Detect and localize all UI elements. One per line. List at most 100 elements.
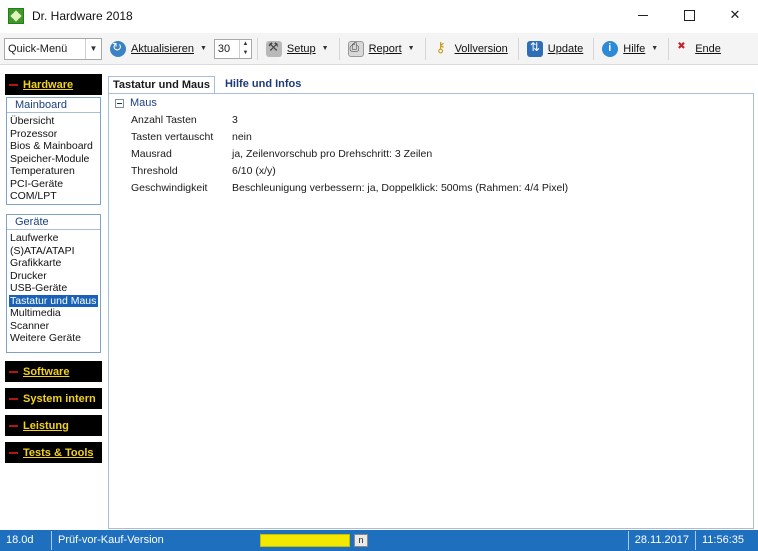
toolbar-separator <box>338 37 340 60</box>
property-value: 6/10 (x/y) <box>232 165 276 177</box>
exit-button[interactable]: Ende <box>672 37 726 61</box>
update-button[interactable]: Update <box>522 37 588 61</box>
toolbar-separator <box>424 37 426 60</box>
info-icon <box>602 40 619 57</box>
minimize-button[interactable] <box>620 0 666 30</box>
list-item[interactable]: COM/LPT <box>9 190 98 203</box>
category-hardware-label: Hardware <box>23 78 74 91</box>
category-tests-button[interactable]: Tests & Tools <box>5 442 102 463</box>
status-progress-bar <box>260 534 350 547</box>
full-version-label: Vollversion <box>454 42 508 55</box>
list-item[interactable]: Temperaturen <box>9 165 98 178</box>
report-button[interactable]: Report ▼ <box>343 37 420 61</box>
dropdown-arrow-icon[interactable]: ▼ <box>408 45 415 52</box>
collapse-icon[interactable] <box>115 98 124 108</box>
update-label: Update <box>547 42 584 55</box>
refresh-interval-value[interactable]: 30 <box>215 43 239 55</box>
devices-list: Laufwerke (S)ATA/ATAPI Grafikkarte Druck… <box>7 230 100 347</box>
status-n-badge[interactable]: n <box>354 534 368 547</box>
category-performance-label: Leistung <box>23 419 69 432</box>
tab-keyboard-mouse[interactable]: Tastatur und Maus <box>108 76 215 94</box>
tab-bar: Tastatur und Maus Hilfe und Infos <box>108 76 311 94</box>
status-time: 11:56:35 <box>701 534 744 546</box>
tools-icon <box>265 40 282 57</box>
stepper-up-icon[interactable]: ▲ <box>240 40 251 49</box>
toolbar-separator <box>668 37 670 60</box>
category-system-button[interactable]: System intern <box>5 388 102 409</box>
toolbar-separator <box>256 37 258 60</box>
window-controls <box>620 0 758 32</box>
help-label: Hilfe <box>623 42 646 55</box>
update-icon <box>526 40 543 57</box>
list-item[interactable]: Grafikkarte <box>9 257 98 270</box>
list-item[interactable]: Prozessor <box>9 128 98 141</box>
key-icon <box>434 39 450 57</box>
list-item[interactable]: Speicher-Module <box>9 153 98 166</box>
list-item[interactable]: Laufwerke <box>9 232 98 245</box>
tab-help-info[interactable]: Hilfe und Infos <box>221 76 305 94</box>
category-sidebar: Hardware Mainboard Übersicht Prozessor B… <box>0 67 106 528</box>
property-key: Mausrad <box>131 148 172 160</box>
printer-icon <box>347 40 364 57</box>
property-key: Anzahl Tasten <box>131 114 197 126</box>
full-version-button[interactable]: Vollversion <box>429 37 513 61</box>
status-bar: 18.0d Prüf-vor-Kauf-Version n 28.11.2017… <box>0 530 758 551</box>
toolbar-separator <box>593 37 595 60</box>
category-software-label: Software <box>23 365 70 378</box>
stepper-arrows[interactable]: ▲ ▼ <box>238 39 251 58</box>
details-panel: Maus Anzahl Tasten 3 Tasten vertauscht n… <box>108 93 754 529</box>
property-value: nein <box>232 131 252 143</box>
window-title: Dr. Hardware 2018 <box>32 9 133 23</box>
dr-hardware-logo-icon <box>8 8 24 24</box>
toolbar: Quick-Menü ▼ Aktualisieren ▼ 30 ▲ ▼ Setu… <box>0 33 758 65</box>
dropdown-arrow-icon[interactable]: ▼ <box>200 45 207 52</box>
category-system-label: System intern <box>23 392 96 405</box>
main-content: Tastatur und Maus Hilfe und Infos Maus A… <box>106 72 756 530</box>
list-item[interactable]: Drucker <box>9 270 98 283</box>
chevron-down-icon[interactable]: ▼ <box>85 38 101 59</box>
list-item[interactable]: USB-Geräte <box>9 282 98 295</box>
mainboard-group: Mainboard Übersicht Prozessor Bios & Mai… <box>6 97 101 205</box>
property-key: Tasten vertauscht <box>131 131 214 143</box>
section-header-mouse[interactable]: Maus <box>115 97 157 109</box>
status-mode: Prüf-vor-Kauf-Version <box>58 534 164 546</box>
property-value: ja, Zeilenvorschub pro Drehschritt: 3 Ze… <box>232 148 433 160</box>
mainboard-group-title: Mainboard <box>7 98 100 113</box>
category-hardware-button[interactable]: Hardware <box>5 74 102 95</box>
refresh-interval-stepper[interactable]: 30 ▲ ▼ <box>213 38 252 59</box>
title-bar: Dr. Hardware 2018 <box>0 0 758 32</box>
mainboard-list: Übersicht Prozessor Bios & Mainboard Spe… <box>7 113 100 205</box>
list-item[interactable]: Multimedia <box>9 307 98 320</box>
dropdown-arrow-icon[interactable]: ▼ <box>322 45 329 52</box>
list-item[interactable]: Übersicht <box>9 115 98 128</box>
list-item[interactable]: Weitere Geräte <box>9 332 98 345</box>
category-software-button[interactable]: Software <box>5 361 102 382</box>
dropdown-arrow-icon[interactable]: ▼ <box>651 45 658 52</box>
category-performance-button[interactable]: Leistung <box>5 415 102 436</box>
section-title: Maus <box>130 97 157 109</box>
quick-menu-label: Quick-Menü <box>8 42 68 55</box>
help-button[interactable]: Hilfe ▼ <box>597 37 663 61</box>
devices-group: Geräte Laufwerke (S)ATA/ATAPI Grafikkart… <box>6 214 101 353</box>
refresh-button[interactable]: Aktualisieren ▼ <box>105 37 212 61</box>
status-days: 18.0d <box>0 531 52 550</box>
report-label: Report <box>368 42 402 55</box>
list-item[interactable]: Scanner <box>9 320 98 333</box>
maximize-button[interactable] <box>666 0 712 30</box>
quick-menu-dropdown[interactable]: Quick-Menü ▼ <box>4 37 102 60</box>
list-item[interactable]: (S)ATA/ATAPI <box>9 245 98 258</box>
property-value: 3 <box>232 114 238 126</box>
list-item[interactable]: Bios & Mainboard <box>9 140 98 153</box>
close-button[interactable] <box>712 0 758 30</box>
refresh-label: Aktualisieren <box>131 42 194 55</box>
stepper-down-icon[interactable]: ▼ <box>240 49 251 58</box>
property-key: Threshold <box>131 165 178 177</box>
list-item[interactable]: PCI-Geräte <box>9 178 98 191</box>
devices-group-title: Geräte <box>7 215 100 230</box>
toolbar-separator <box>517 37 519 60</box>
exit-label: Ende <box>695 42 721 55</box>
setup-button[interactable]: Setup ▼ <box>261 37 334 61</box>
category-tests-label: Tests & Tools <box>23 446 94 459</box>
list-item-selected[interactable]: Tastatur und Maus <box>9 294 98 307</box>
close-x-icon <box>677 41 687 54</box>
